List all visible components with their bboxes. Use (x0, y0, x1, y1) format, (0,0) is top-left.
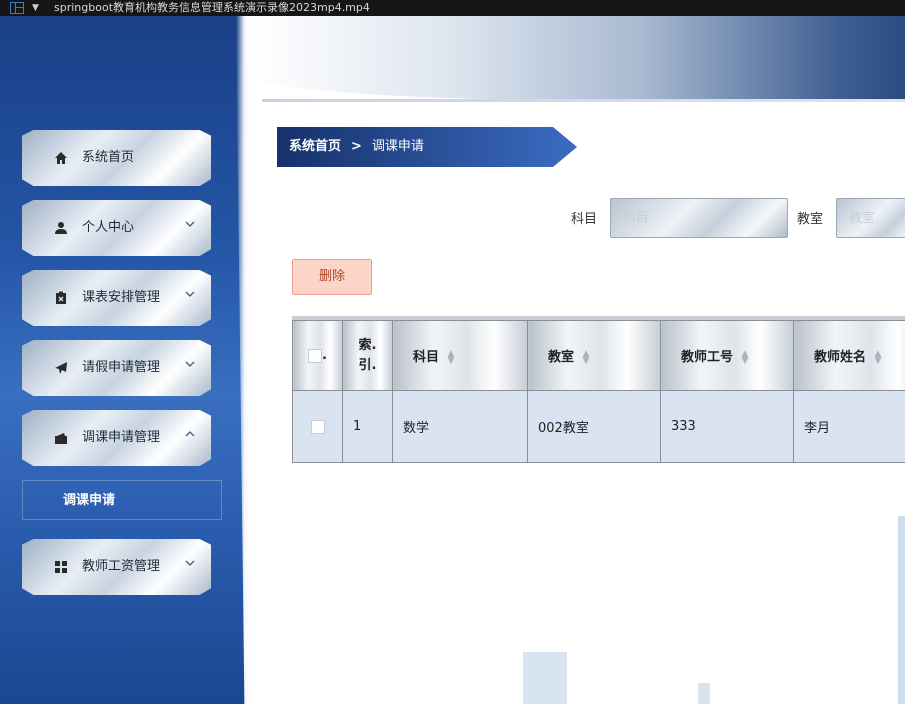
column-header-label: 科目 (413, 350, 440, 365)
subject-filter-label: 科目 (571, 212, 598, 227)
cell-subject: 数学 (392, 390, 528, 463)
sort-icon[interactable]: ▲ ▼ (448, 349, 455, 365)
grid-icon (54, 560, 68, 574)
sidebar-item-personal-center[interactable]: 个人中心 (22, 200, 211, 256)
window-title: springboot教育机构教务信息管理系统演示录像2023mp4.mp4 (54, 1, 370, 14)
cell-teacher-name: 李月 (793, 390, 905, 463)
wallet-icon (54, 431, 68, 445)
row-checkbox[interactable] (310, 419, 325, 434)
sort-icon[interactable]: ▲ ▼ (583, 349, 590, 365)
app-window-icon[interactable] (10, 2, 24, 14)
sidebar-item-label: 课表安排管理 (82, 290, 161, 305)
index-header-label: 索. 引. (358, 337, 377, 373)
sidebar-subitem-course-change-apply[interactable]: 调课申请 (22, 480, 222, 520)
column-header-label: 教师姓名 (814, 350, 867, 365)
chevron-down-icon[interactable]: ▼ (32, 0, 39, 16)
classroom-filter-label: 教室 (797, 212, 824, 227)
chevron-down-icon (185, 219, 195, 229)
row-select-cell (292, 390, 343, 463)
sidebar-item-label: 系统首页 (82, 150, 135, 165)
table-row[interactable]: 1 数学 002教室 333 李月 (292, 390, 905, 463)
main-content: 系统首页 > 调课申请 科目 教室 删除 . 索. 引. (250, 16, 905, 704)
sidebar-item-course-change[interactable]: 调课申请管理 (22, 410, 211, 466)
window-title-bar: ▼ springboot教育机构教务信息管理系统演示录像2023mp4.mp4 (0, 0, 905, 16)
chevron-down-icon (185, 558, 195, 568)
table-header-row: . 索. 引. 科目 ▲ ▼ 教室 ▲ ▼ 教师工号 ▲ ▼ 教师姓名 ▲ ▼ (292, 320, 905, 391)
column-header-label: 教师工号 (681, 350, 734, 365)
cell-index: 1 (342, 390, 393, 463)
sidebar-item-label: 教师工资管理 (82, 559, 161, 574)
select-all-checkbox[interactable] (308, 348, 323, 363)
select-all-header: . (292, 320, 343, 391)
breadcrumb-home[interactable]: 系统首页 (289, 139, 341, 154)
header-banner (250, 16, 905, 102)
checkbox-header-dot: . (322, 348, 327, 363)
subject-search-input[interactable] (610, 198, 788, 238)
cell-teacher-id: 333 (660, 390, 794, 463)
breadcrumb: 系统首页 > 调课申请 (277, 127, 577, 167)
sidebar-item-home[interactable]: 系统首页 (22, 130, 211, 186)
column-header-teacher-id[interactable]: 教师工号 ▲ ▼ (660, 320, 794, 391)
sidebar-item-label: 请假申请管理 (82, 360, 161, 375)
paper-plane-icon (54, 361, 68, 375)
sidebar: 系统首页 个人中心 课表安排管理 请假申请管理 调课申请管理 调课申请 教师工资… (0, 16, 250, 704)
schedule-icon (54, 291, 68, 305)
background-decoration (898, 516, 905, 704)
user-icon (54, 221, 68, 235)
background-decoration (698, 683, 710, 704)
cell-classroom: 002教室 (527, 390, 661, 463)
sidebar-item-schedule[interactable]: 课表安排管理 (22, 270, 211, 326)
data-table-container: . 索. 引. 科目 ▲ ▼ 教室 ▲ ▼ 教师工号 ▲ ▼ 教师姓名 ▲ ▼ … (292, 316, 905, 463)
sidebar-item-label: 个人中心 (82, 220, 135, 235)
delete-button[interactable]: 删除 (292, 259, 372, 295)
classroom-search-input[interactable] (836, 198, 905, 238)
chevron-down-icon (185, 359, 195, 369)
sort-icon[interactable]: ▲ ▼ (875, 349, 882, 365)
sidebar-item-label: 调课申请管理 (82, 430, 161, 445)
sidebar-item-salary[interactable]: 教师工资管理 (22, 539, 211, 595)
chevron-down-icon (185, 289, 195, 299)
sort-icon[interactable]: ▲ ▼ (742, 349, 749, 365)
sidebar-item-leave[interactable]: 请假申请管理 (22, 340, 211, 396)
column-header-subject[interactable]: 科目 ▲ ▼ (392, 320, 528, 391)
column-header-classroom[interactable]: 教室 ▲ ▼ (527, 320, 661, 391)
background-decoration (523, 652, 567, 704)
breadcrumb-separator: > (351, 139, 362, 154)
data-table: . 索. 引. 科目 ▲ ▼ 教室 ▲ ▼ 教师工号 ▲ ▼ 教师姓名 ▲ ▼ … (292, 320, 905, 463)
column-header-index: 索. 引. (342, 320, 393, 391)
column-header-label: 教室 (548, 350, 575, 365)
column-header-teacher-name[interactable]: 教师姓名 ▲ ▼ (793, 320, 905, 391)
chevron-up-icon (185, 429, 195, 439)
home-icon (54, 151, 68, 165)
breadcrumb-current: 调课申请 (371, 139, 424, 154)
